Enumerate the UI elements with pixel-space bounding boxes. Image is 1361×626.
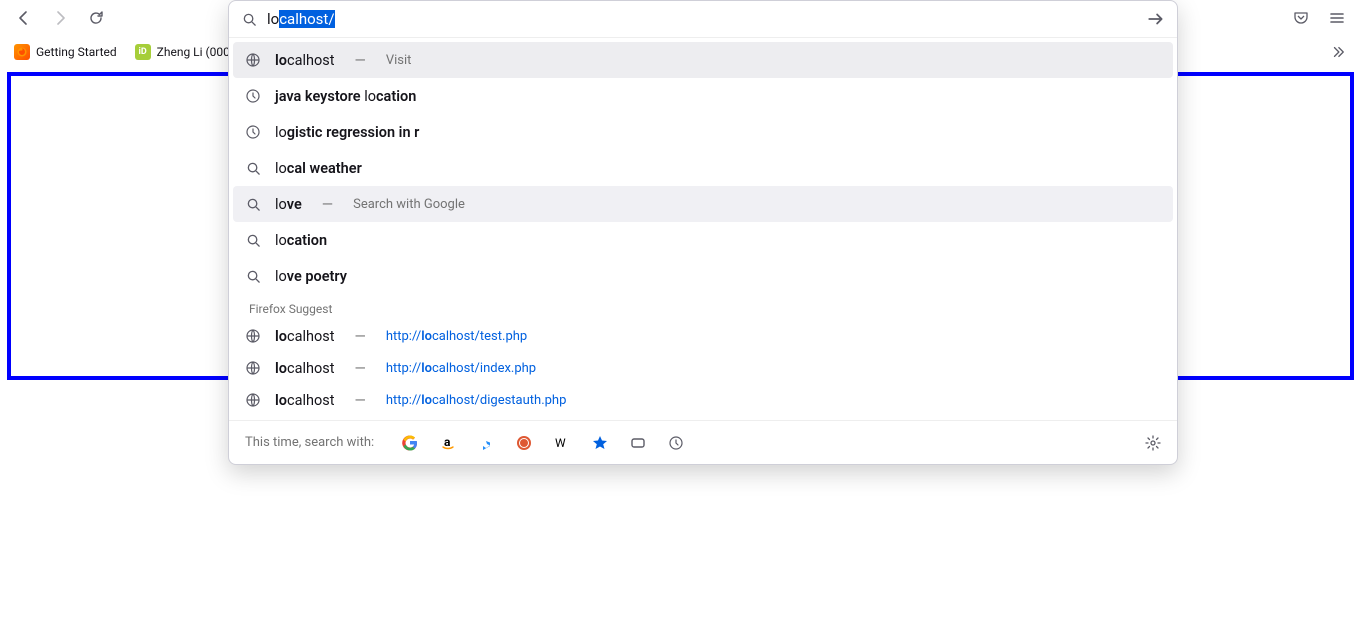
reload-icon (88, 10, 104, 26)
bookmark-item[interactable]: Getting Started (8, 40, 123, 64)
urlbar-input[interactable]: localhost/ (267, 10, 1137, 28)
search-icon (245, 160, 261, 176)
suggestion-action: Visit (386, 53, 412, 68)
separator-dash: — (322, 196, 333, 213)
gear-icon (1145, 435, 1161, 451)
suggestion-url: http://localhost/digestauth.php (386, 393, 567, 408)
history-icon[interactable] (668, 435, 684, 451)
pocket-button[interactable] (1285, 2, 1317, 34)
arrow-right-icon (52, 10, 68, 26)
search-icon (245, 268, 261, 284)
suggestion-row[interactable]: java keystore location (233, 78, 1173, 114)
suggestion-text: local weather (275, 160, 362, 177)
suggestion-title: localhost (275, 360, 334, 377)
search-engines-footer: This time, search with: a W (229, 420, 1177, 464)
history-icon (245, 124, 261, 140)
wikipedia-icon[interactable]: W (554, 435, 570, 451)
firefox-suggest-heading: Firefox Suggest (233, 294, 1173, 320)
firefox-icon (14, 44, 30, 60)
suggestion-text: localhost (275, 52, 334, 69)
footer-label: This time, search with: (245, 435, 374, 450)
tabs-icon[interactable] (630, 435, 646, 451)
reload-button[interactable] (80, 2, 112, 34)
urlbar-typed-text: lo (267, 10, 279, 28)
orcid-icon: iD (135, 44, 151, 60)
suggestion-row[interactable]: localhost — http://localhost/digestauth.… (233, 384, 1173, 416)
go-button[interactable] (1147, 10, 1165, 28)
svg-text:a: a (444, 435, 451, 449)
search-icon (241, 11, 257, 27)
arrow-right-icon (1147, 10, 1165, 28)
chevron-double-right-icon (1331, 45, 1345, 59)
bookmarks-overflow-button[interactable] (1323, 41, 1353, 63)
google-icon[interactable] (402, 435, 418, 451)
separator-dash: — (354, 360, 365, 377)
separator-dash: — (354, 328, 365, 345)
suggestion-url: http://localhost/index.php (386, 361, 536, 376)
suggestion-text: love poetry (275, 268, 347, 285)
suggestion-text: java keystore location (275, 88, 416, 105)
suggestion-title: localhost (275, 392, 334, 409)
suggestion-title: localhost (275, 328, 334, 345)
urlbar-input-row: localhost/ (229, 1, 1177, 37)
suggestion-row[interactable]: localhost — http://localhost/index.php (233, 352, 1173, 384)
suggestion-url: http://localhost/test.php (386, 329, 527, 344)
search-settings-button[interactable] (1145, 435, 1161, 451)
history-icon (245, 88, 261, 104)
suggestion-row[interactable]: logistic regression in r (233, 114, 1173, 150)
suggestion-row[interactable]: localhost — http://localhost/test.php (233, 320, 1173, 352)
search-icon (245, 232, 261, 248)
urlbar-results-panel: localhost/ localhost — Visit java keysto… (228, 0, 1178, 465)
suggestion-row[interactable]: love poetry (233, 258, 1173, 294)
urlbar-autocomplete-text: calhost/ (279, 10, 334, 28)
duckduckgo-icon[interactable] (516, 435, 532, 451)
bookmarks-icon[interactable] (592, 435, 608, 451)
bookmark-label: Getting Started (36, 45, 117, 59)
hamburger-icon (1329, 10, 1345, 26)
suggestion-text: location (275, 232, 327, 249)
toolbar-right (1285, 2, 1353, 34)
suggestion-list: localhost — Visit java keystore location… (229, 38, 1177, 420)
suggestion-row[interactable]: love — Search with Google (233, 186, 1173, 222)
separator-dash: — (354, 392, 365, 409)
amazon-icon[interactable]: a (440, 435, 456, 451)
bing-icon[interactable] (478, 435, 494, 451)
arrow-left-icon (16, 10, 32, 26)
suggestion-row[interactable]: location (233, 222, 1173, 258)
separator-dash: — (354, 52, 365, 69)
suggestion-row[interactable]: localhost — Visit (233, 42, 1173, 78)
suggestion-action: Search with Google (353, 197, 465, 212)
globe-icon (245, 52, 261, 68)
svg-text:W: W (555, 436, 566, 450)
back-button[interactable] (8, 2, 40, 34)
pocket-icon (1293, 10, 1309, 26)
suggestion-row[interactable]: local weather (233, 150, 1173, 186)
menu-button[interactable] (1321, 2, 1353, 34)
search-icon (245, 196, 261, 212)
suggestion-text: love (275, 196, 302, 213)
suggestion-text: logistic regression in r (275, 124, 419, 141)
globe-icon (245, 360, 261, 376)
globe-icon (245, 328, 261, 344)
forward-button[interactable] (44, 2, 76, 34)
globe-icon (245, 392, 261, 408)
